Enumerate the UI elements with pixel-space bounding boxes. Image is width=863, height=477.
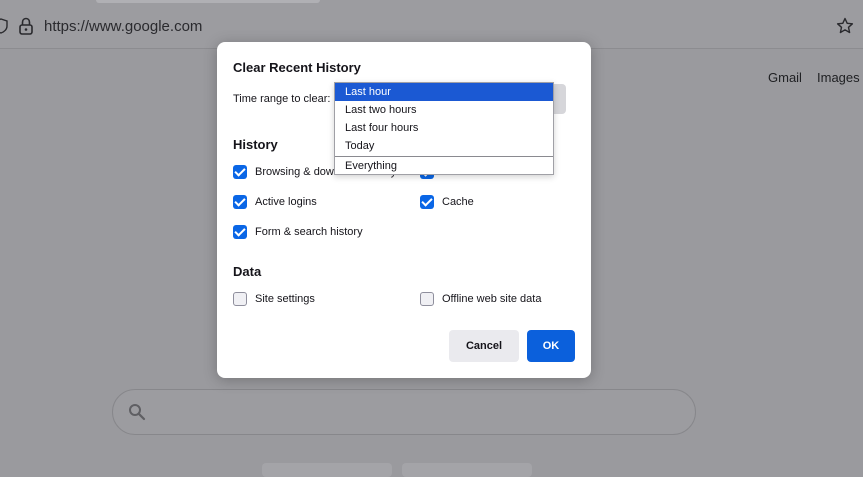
active-logins-label: Active logins (255, 196, 317, 208)
option-last-four-hours[interactable]: Last four hours (335, 119, 553, 137)
lock-icon[interactable] (18, 17, 34, 35)
site-settings-label: Site settings (255, 293, 315, 305)
cache-checkbox[interactable] (420, 195, 434, 209)
browser-tab[interactable] (96, 0, 320, 3)
images-link[interactable]: Images (817, 70, 860, 85)
offline-data-label: Offline web site data (442, 293, 542, 305)
option-last-two-hours[interactable]: Last two hours (335, 101, 553, 119)
option-today[interactable]: Today (335, 137, 553, 155)
form-search-history-label: Form & search history (255, 226, 363, 238)
dialog-title: Clear Recent History (233, 60, 361, 75)
shield-icon[interactable] (0, 18, 8, 34)
option-last-hour[interactable]: Last hour (335, 83, 553, 101)
google-search-box[interactable] (112, 389, 696, 435)
history-heading: History (233, 137, 278, 152)
active-logins-checkbox[interactable] (233, 195, 247, 209)
time-range-dropdown-list: Last hour Last two hours Last four hours… (334, 82, 554, 175)
cancel-button[interactable]: Cancel (449, 330, 519, 362)
ok-button[interactable]: OK (527, 330, 575, 362)
url-bar[interactable]: https://www.google.com (44, 18, 202, 35)
option-everything[interactable]: Everything (335, 157, 553, 175)
browsing-history-checkbox[interactable] (233, 165, 247, 179)
offline-data-checkbox[interactable] (420, 292, 434, 306)
time-range-label: Time range to clear: (233, 93, 331, 105)
form-search-history-checkbox[interactable] (233, 225, 247, 239)
bookmark-star-icon[interactable] (836, 17, 854, 35)
feeling-lucky-button[interactable] (402, 463, 532, 477)
data-heading: Data (233, 264, 262, 279)
site-settings-checkbox[interactable] (233, 292, 247, 306)
search-icon (129, 404, 146, 421)
cache-label: Cache (442, 196, 474, 208)
gmail-link[interactable]: Gmail (768, 70, 802, 85)
google-search-button[interactable] (262, 463, 392, 477)
